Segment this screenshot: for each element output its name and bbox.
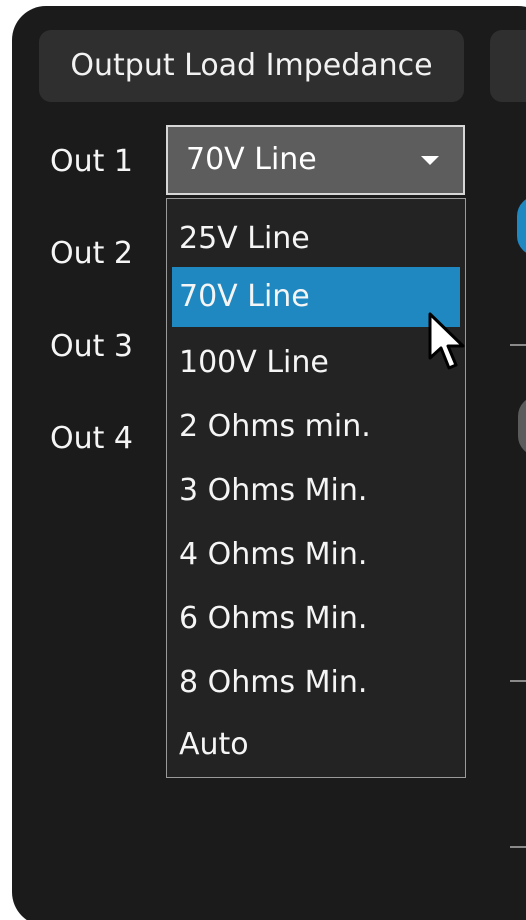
combo-selected-value: 70V Line (186, 142, 317, 177)
caret-down-icon (421, 156, 439, 165)
option-8-ohms-min[interactable]: 8 Ohms Min. (172, 653, 460, 713)
option-3-ohms-min[interactable]: 3 Ohms Min. (172, 461, 460, 521)
separator-tick (510, 846, 526, 848)
separator-tick (510, 344, 526, 346)
option-25v-line[interactable]: 25V Line (172, 209, 460, 269)
adjacent-header (490, 30, 526, 102)
out-3-label: Out 3 (50, 329, 134, 364)
output-load-impedance-header: Output Load Impedance (39, 30, 464, 102)
option-4-ohms-min[interactable]: 4 Ohms Min. (172, 525, 460, 585)
arrow-cursor-icon (428, 312, 465, 370)
out-1-label: Out 1 (50, 144, 134, 179)
out-4-label: Out 4 (50, 421, 134, 456)
separator-tick (510, 680, 526, 682)
option-100v-line[interactable]: 100V Line (172, 333, 460, 393)
option-2-ohms-min[interactable]: 2 Ohms min. (172, 397, 460, 457)
option-auto[interactable]: Auto (172, 715, 460, 775)
out-1-impedance-combo[interactable]: 70V Line (166, 125, 465, 195)
option-70v-line[interactable]: 70V Line (172, 267, 460, 327)
option-6-ohms-min[interactable]: 6 Ohms Min. (172, 589, 460, 649)
app-window: Output Load Impedance Out 1 Out 2 Out 3 … (0, 0, 526, 920)
impedance-dropdown-list: 25V Line 70V Line 100V Line 2 Ohms min. … (166, 198, 466, 778)
out-2-label: Out 2 (50, 236, 134, 271)
